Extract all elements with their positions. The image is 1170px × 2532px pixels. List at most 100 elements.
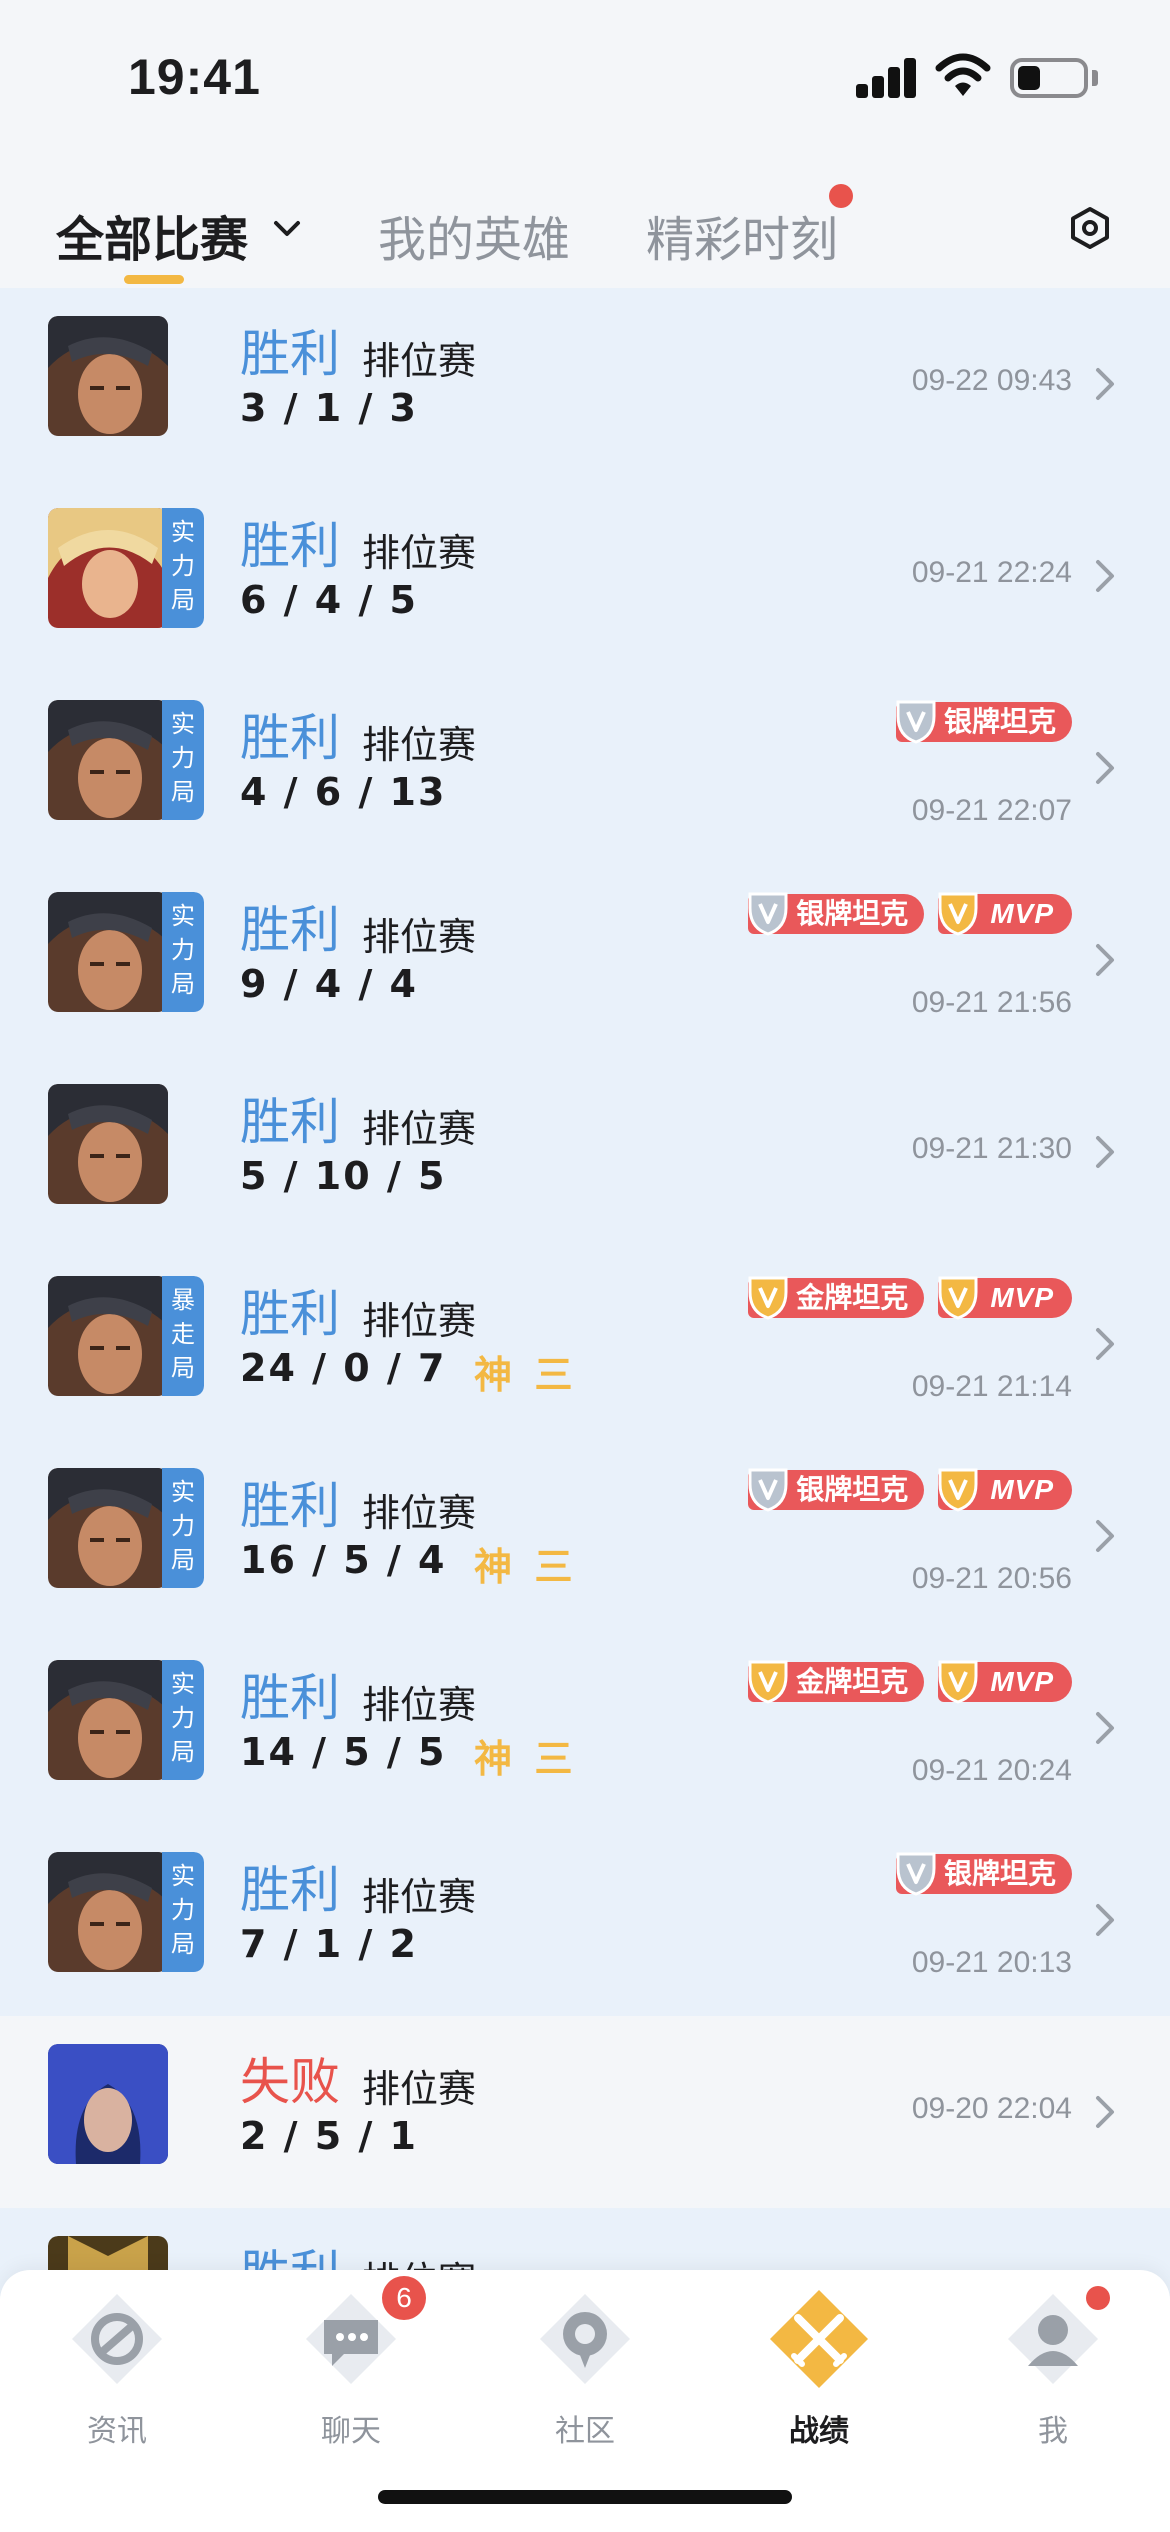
match-quality-char: 局 bbox=[171, 971, 195, 998]
match-row[interactable]: 实力局胜利 排位赛 6 / 4 / 5 09-21 22:24 bbox=[0, 480, 1170, 672]
match-row[interactable]: 实力局胜利 排位赛 14 / 5 / 5神 三金牌坦克 MVP 09-21 20:24 bbox=[0, 1632, 1170, 1824]
match-list: 胜利 排位赛 3 / 1 / 3 09-22 09:43 实力局胜利 排位赛 6 / 4 /… bbox=[0, 288, 1170, 2356]
medal-icon bbox=[748, 892, 788, 936]
match-quality-tag: 实力局 bbox=[162, 1468, 204, 1588]
badge-label: 银牌坦克 bbox=[943, 706, 1056, 737]
hero-avatar: 实力局 bbox=[48, 1660, 204, 1780]
badge-group: 银牌坦克 bbox=[895, 1852, 1072, 1898]
tab-all-matches[interactable]: 全部比赛 bbox=[56, 200, 248, 270]
chevron-right-icon[interactable] bbox=[1092, 1708, 1118, 1748]
chevron-right-icon[interactable] bbox=[1092, 1900, 1118, 1940]
community-icon bbox=[540, 2294, 630, 2384]
honor-badge: 金牌坦克 bbox=[748, 1276, 925, 1320]
match-time: 09-22 09:43 bbox=[911, 364, 1072, 397]
hero-portrait bbox=[48, 2044, 168, 2164]
badge-label: 银牌坦克 bbox=[943, 1858, 1056, 1889]
settings-icon[interactable] bbox=[1068, 206, 1112, 250]
match-row[interactable]: 实力局胜利 排位赛 4 / 6 / 13 银牌坦克 09-21 22:07 bbox=[0, 672, 1170, 864]
match-row[interactable]: 实力局胜利 排位赛 16 / 5 / 4神 三银牌坦克 MVP 09-21 20:56 bbox=[0, 1440, 1170, 1632]
badge-group: 银牌坦克 bbox=[895, 700, 1072, 746]
match-quality-char: 力 bbox=[171, 937, 195, 964]
match-time: 09-21 22:24 bbox=[911, 556, 1072, 589]
mvp-badge: MVP bbox=[938, 892, 1072, 936]
honor-badge: 银牌坦克 bbox=[895, 700, 1072, 744]
nav-community[interactable]: 社区 bbox=[468, 2270, 702, 2470]
match-row[interactable]: 失败 排位赛 2 / 5 / 1 09-20 22:04 bbox=[0, 2016, 1170, 2208]
medal-icon bbox=[938, 892, 978, 936]
badge-group: 银牌坦克 MVP bbox=[748, 1468, 1072, 1514]
match-kda: 14 / 5 / 5 bbox=[240, 1730, 447, 1774]
nav-chat[interactable]: 6 聊天 bbox=[234, 2270, 468, 2470]
profile-notification-dot bbox=[1086, 2286, 1110, 2310]
chevron-right-icon[interactable] bbox=[1092, 1516, 1118, 1556]
tab-my-heroes[interactable]: 我的英雄 bbox=[378, 200, 570, 270]
match-row[interactable]: 实力局胜利 排位赛 7 / 1 / 2 银牌坦克 09-21 20:13 bbox=[0, 1824, 1170, 2016]
hero-portrait bbox=[48, 316, 168, 436]
wifi-icon bbox=[935, 53, 991, 96]
tab-active-indicator bbox=[124, 275, 184, 284]
chevron-right-icon[interactable] bbox=[1092, 748, 1118, 788]
match-result: 胜利 bbox=[240, 1670, 340, 1726]
match-mode: 排位赛 bbox=[362, 1877, 477, 1919]
nav-profile[interactable]: 我 bbox=[936, 2270, 1170, 2470]
hero-avatar bbox=[48, 316, 204, 436]
tab-bar: 全部比赛 我的英雄 精彩时刻 bbox=[0, 150, 1170, 288]
match-quality-char: 实 bbox=[171, 903, 195, 930]
match-time: 09-21 22:07 bbox=[911, 794, 1072, 827]
hero-avatar bbox=[48, 2044, 204, 2164]
battery-cap bbox=[1092, 70, 1098, 86]
match-time: 09-21 21:14 bbox=[911, 1370, 1072, 1403]
badge-label: MVP bbox=[990, 1282, 1054, 1313]
nav-record[interactable]: 战绩 bbox=[702, 2270, 936, 2470]
home-indicator bbox=[378, 2490, 792, 2504]
match-quality-char: 力 bbox=[171, 553, 195, 580]
match-time: 09-21 20:24 bbox=[911, 1754, 1072, 1787]
hero-avatar: 实力局 bbox=[48, 700, 204, 820]
chevron-down-icon[interactable] bbox=[270, 212, 304, 246]
chevron-right-icon[interactable] bbox=[1092, 364, 1118, 404]
match-row[interactable]: 实力局胜利 排位赛 9 / 4 / 4 银牌坦克 MVP 09-21 21:56 bbox=[0, 864, 1170, 1056]
chevron-right-icon[interactable] bbox=[1092, 1324, 1118, 1364]
nav-news[interactable]: 资讯 bbox=[0, 2270, 234, 2470]
badge-label: 银牌坦克 bbox=[796, 1474, 909, 1505]
match-quality-char: 力 bbox=[171, 1897, 195, 1924]
match-row[interactable]: 胜利 排位赛 5 / 10 / 5 09-21 21:30 bbox=[0, 1056, 1170, 1248]
match-quality-char: 局 bbox=[171, 1355, 195, 1382]
match-quality-char: 实 bbox=[171, 1671, 195, 1698]
hero-avatar: 实力局 bbox=[48, 508, 204, 628]
match-quality-tag: 实力局 bbox=[162, 508, 204, 628]
match-row[interactable]: 胜利 排位赛 3 / 1 / 3 09-22 09:43 bbox=[0, 288, 1170, 480]
match-time: 09-21 20:56 bbox=[911, 1562, 1072, 1595]
match-kda: 9 / 4 / 4 bbox=[240, 962, 418, 1006]
match-quality-char: 局 bbox=[171, 779, 195, 806]
medal-icon bbox=[748, 1468, 788, 1512]
match-mode: 排位赛 bbox=[362, 1109, 477, 1151]
mvp-badge: MVP bbox=[938, 1660, 1072, 1704]
match-result: 胜利 bbox=[240, 1478, 340, 1534]
match-result: 胜利 bbox=[240, 1286, 340, 1342]
match-quality-char: 力 bbox=[171, 1513, 195, 1540]
match-kda: 5 / 10 / 5 bbox=[240, 1154, 447, 1198]
tab-highlights[interactable]: 精彩时刻 bbox=[646, 200, 838, 270]
nav-label: 战绩 bbox=[789, 2415, 849, 2448]
match-result: 失败 bbox=[240, 2054, 340, 2110]
match-time: 09-21 20:13 bbox=[911, 1946, 1072, 1979]
nav-label: 社区 bbox=[555, 2415, 615, 2448]
badge-label: MVP bbox=[990, 1474, 1054, 1505]
match-quality-char: 实 bbox=[171, 519, 195, 546]
chevron-right-icon[interactable] bbox=[1092, 556, 1118, 596]
record-icon bbox=[770, 2290, 868, 2388]
mvp-badge: MVP bbox=[938, 1276, 1072, 1320]
match-kda: 4 / 6 / 13 bbox=[240, 770, 447, 814]
match-row[interactable]: 暴走局胜利 排位赛 24 / 0 / 7神 三金牌坦克 MVP 09-21 21:14 bbox=[0, 1248, 1170, 1440]
chevron-right-icon[interactable] bbox=[1092, 940, 1118, 980]
chevron-right-icon[interactable] bbox=[1092, 2092, 1118, 2132]
match-mode: 排位赛 bbox=[362, 2069, 477, 2111]
match-mode: 排位赛 bbox=[362, 725, 477, 767]
chevron-right-icon[interactable] bbox=[1092, 1132, 1118, 1172]
battery-icon bbox=[1010, 58, 1088, 98]
match-quality-tag: 暴走局 bbox=[162, 1276, 204, 1396]
signal-icon bbox=[856, 58, 918, 98]
hero-portrait bbox=[48, 1276, 168, 1396]
match-quality-char: 实 bbox=[171, 1863, 195, 1890]
